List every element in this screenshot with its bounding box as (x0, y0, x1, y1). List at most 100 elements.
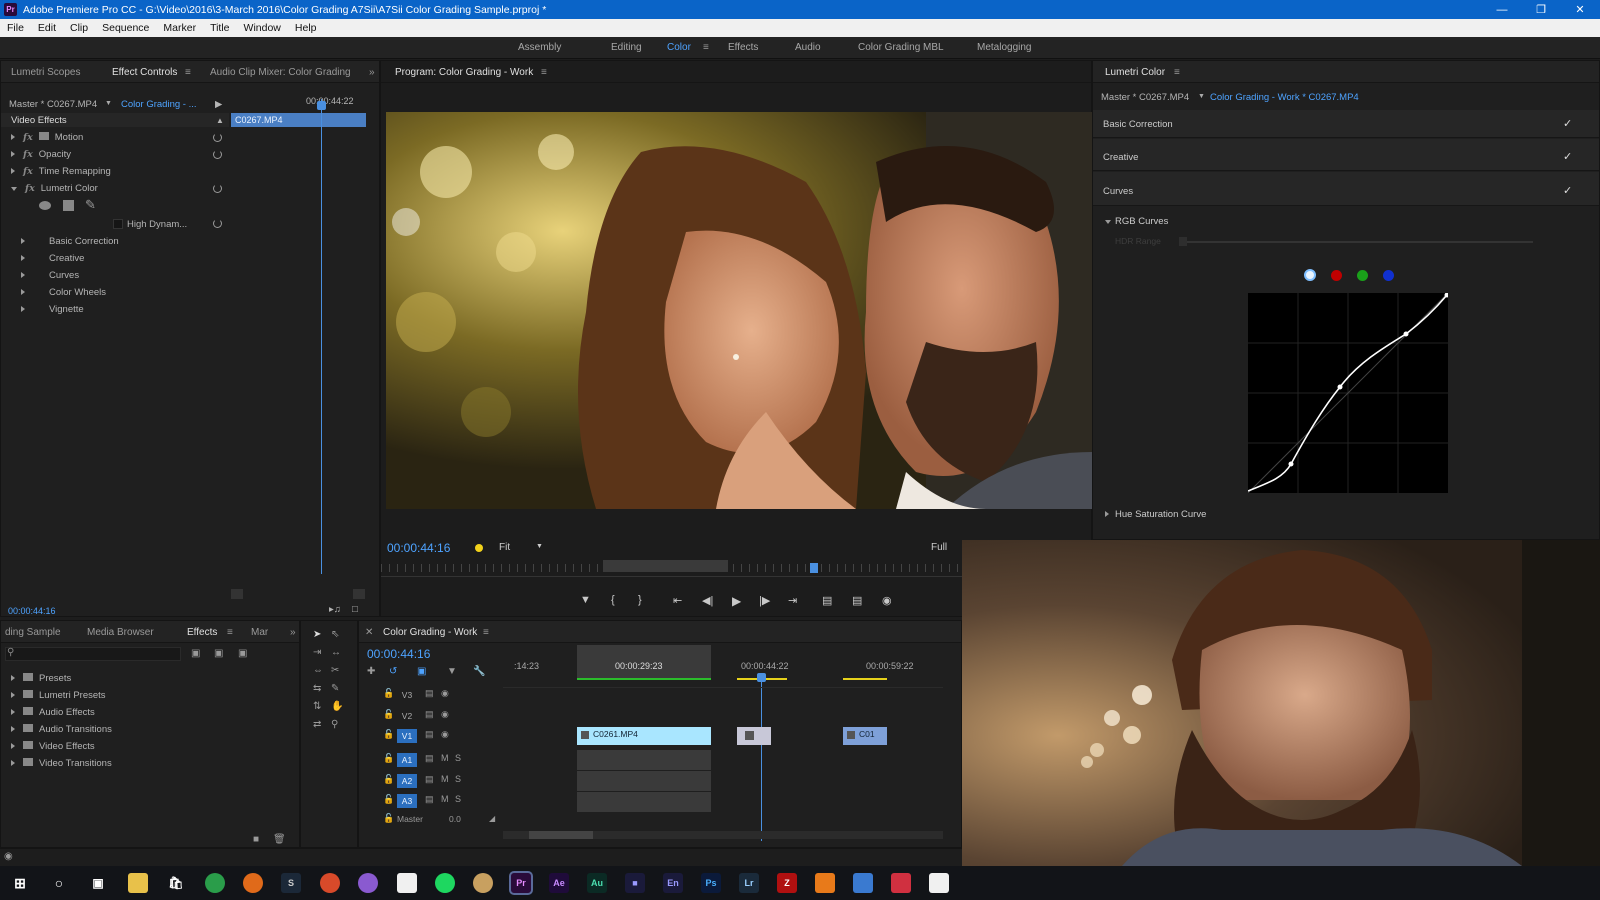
app-red-2-icon[interactable] (891, 873, 911, 893)
add-marker-timeline-icon[interactable]: ▼ (447, 666, 457, 677)
lumetri-creative[interactable]: Creative (21, 253, 84, 264)
razor-tool-icon[interactable]: ✂ (331, 665, 339, 676)
timeline-title[interactable]: Color Grading - Work (383, 627, 477, 638)
lock-a1-icon[interactable]: 🔓 (383, 753, 394, 764)
curve-point-midtones[interactable] (1337, 384, 1343, 390)
lock-v1-icon[interactable]: 🔓 (383, 729, 394, 740)
lumetri-curves[interactable]: Curves (21, 270, 79, 281)
track-a1[interactable]: A1 (397, 753, 417, 767)
section-basic-correction[interactable]: Basic Correction (1103, 119, 1173, 130)
rgb-curves-toggle[interactable]: RGB Curves (1105, 216, 1168, 227)
step-back-icon[interactable]: ◀| (702, 594, 713, 607)
section-curves[interactable]: Curves (1103, 186, 1133, 197)
32bit-effects-icon[interactable]: ▣ (214, 648, 223, 659)
effect-controls-timecode[interactable]: 00:00:44:16 (8, 606, 56, 616)
scroll-handle-right[interactable] (353, 589, 365, 599)
audio-clip-a3[interactable] (577, 792, 711, 812)
taskbar-premiere-icon[interactable]: Pr (509, 871, 533, 895)
curve-point-shadows[interactable] (1288, 461, 1294, 467)
lumetri-vignette[interactable]: Vignette (21, 304, 84, 315)
sync-v2-icon[interactable]: ▤ (425, 709, 434, 720)
taskbar-encore-icon[interactable]: En (663, 873, 683, 893)
effects-folder-lumetri-presets[interactable]: Lumetri Presets (11, 690, 106, 701)
channel-green-dot[interactable] (1357, 270, 1368, 281)
play-arrow-icon[interactable]: ▶ (215, 99, 222, 110)
lumetri-title[interactable]: Lumetri Color (1105, 67, 1165, 78)
video-clip-small[interactable] (737, 727, 771, 745)
reset-hdr-icon[interactable] (213, 219, 222, 228)
solo-a2[interactable]: S (455, 774, 461, 784)
selection-tool-icon[interactable]: ➤ (313, 629, 321, 640)
program-menu-icon[interactable]: ≡ (541, 67, 547, 78)
timeline-settings-icon[interactable]: 🔧 (473, 666, 485, 677)
tab-effects[interactable]: Effects (187, 627, 217, 638)
menu-help[interactable]: Help (288, 22, 324, 34)
video-clip-c01[interactable]: C01 (843, 727, 887, 745)
menu-sequence[interactable]: Sequence (95, 22, 156, 34)
rectangle-mask-icon[interactable] (63, 200, 74, 211)
lumetri-source-dropdown-icon[interactable]: ▼ (1198, 93, 1205, 100)
sync-a2-icon[interactable]: ▤ (425, 774, 434, 785)
audio-clip-a1[interactable] (577, 750, 711, 770)
rgb-curve-graph[interactable] (1247, 292, 1450, 494)
workspace-editing[interactable]: Editing (611, 42, 642, 53)
taskbar-lightroom-icon[interactable]: Lr (739, 873, 759, 893)
mute-a1[interactable]: M (441, 753, 449, 763)
track-select-tool-icon[interactable]: ⇖ (331, 629, 339, 640)
go-to-in-icon[interactable]: ⇤ (673, 594, 682, 607)
lock-v3-icon[interactable]: 🔓 (383, 688, 394, 699)
menu-clip[interactable]: Clip (63, 22, 95, 34)
firefox-icon[interactable] (243, 873, 263, 893)
sync-a3-icon[interactable]: ▤ (425, 794, 434, 805)
go-to-out-icon[interactable]: ⇥ (788, 594, 797, 607)
monitor-playhead[interactable] (810, 563, 818, 573)
close-icon[interactable]: ✕ (1562, 0, 1598, 19)
linked-selection-icon[interactable]: ▣ (417, 666, 426, 677)
track-a3[interactable]: A3 (397, 794, 417, 808)
reset-motion-icon[interactable] (213, 133, 222, 142)
program-monitor-title[interactable]: Program: Color Grading - Work (395, 67, 533, 78)
workspace-audio[interactable]: Audio (795, 42, 821, 53)
effect-motion[interactable]: fx Motion (11, 132, 83, 143)
workspace-menu-icon[interactable]: ≡ (703, 42, 709, 53)
lock-a3-icon[interactable]: 🔓 (383, 794, 394, 805)
mute-a3[interactable]: M (441, 794, 449, 804)
channel-luma-dot[interactable] (1304, 269, 1316, 281)
solo-a3[interactable]: S (455, 794, 461, 804)
timeline-playhead-line[interactable] (761, 681, 762, 841)
new-bin-icon[interactable]: ■ (253, 834, 259, 845)
scroll-handle-left[interactable] (231, 589, 243, 599)
minimize-icon[interactable]: — (1484, 0, 1520, 19)
mark-in-icon[interactable]: { (611, 594, 615, 606)
track-v1[interactable]: V1 (397, 729, 417, 743)
reset-opacity-icon[interactable] (213, 150, 222, 159)
hdr-checkbox[interactable] (113, 219, 123, 229)
steam-icon[interactable]: S (281, 873, 301, 893)
tab-project[interactable]: ding Sample (5, 627, 61, 638)
effects-more-tabs-icon[interactable]: » (290, 627, 296, 638)
taskbar-photoshop-icon[interactable]: Ps (701, 873, 721, 893)
effects-search-input[interactable] (5, 647, 181, 661)
workspace-color-grading-mbl[interactable]: Color Grading MBL (858, 42, 944, 53)
ellipse-mask-icon[interactable] (39, 201, 51, 210)
effects-folder-audio-effects[interactable]: Audio Effects (11, 707, 95, 718)
channel-blue-dot[interactable] (1383, 270, 1394, 281)
creative-enabled-icon[interactable]: ✓ (1563, 150, 1572, 163)
lock-a2-icon[interactable]: 🔓 (383, 774, 394, 785)
video-frame[interactable] (386, 112, 1092, 509)
master-bracket-icon[interactable]: ◢ (489, 814, 495, 823)
nest-icon[interactable]: ✚ (367, 666, 375, 677)
taskbar-media-encoder-icon[interactable]: ■ (625, 873, 645, 893)
zoom-dropdown-icon[interactable]: ▼ (536, 543, 543, 550)
task-view-icon[interactable]: ▣ (88, 873, 108, 893)
sync-v3-icon[interactable]: ▤ (425, 688, 434, 699)
ripple-edit-tool-icon[interactable]: ⇥ (313, 647, 321, 658)
effects-folder-presets[interactable]: Presets (11, 673, 71, 684)
eye-v1-icon[interactable]: ◉ (441, 729, 449, 740)
track-a2[interactable]: A2 (397, 774, 417, 788)
close-sequence-icon[interactable]: ✕ (365, 627, 373, 638)
effects-menu-icon[interactable]: ≡ (227, 627, 233, 638)
store-icon[interactable]: 🛍 (166, 873, 186, 893)
snap-icon[interactable]: ↺ (389, 666, 397, 677)
eye-v3-icon[interactable]: ◉ (441, 688, 449, 699)
